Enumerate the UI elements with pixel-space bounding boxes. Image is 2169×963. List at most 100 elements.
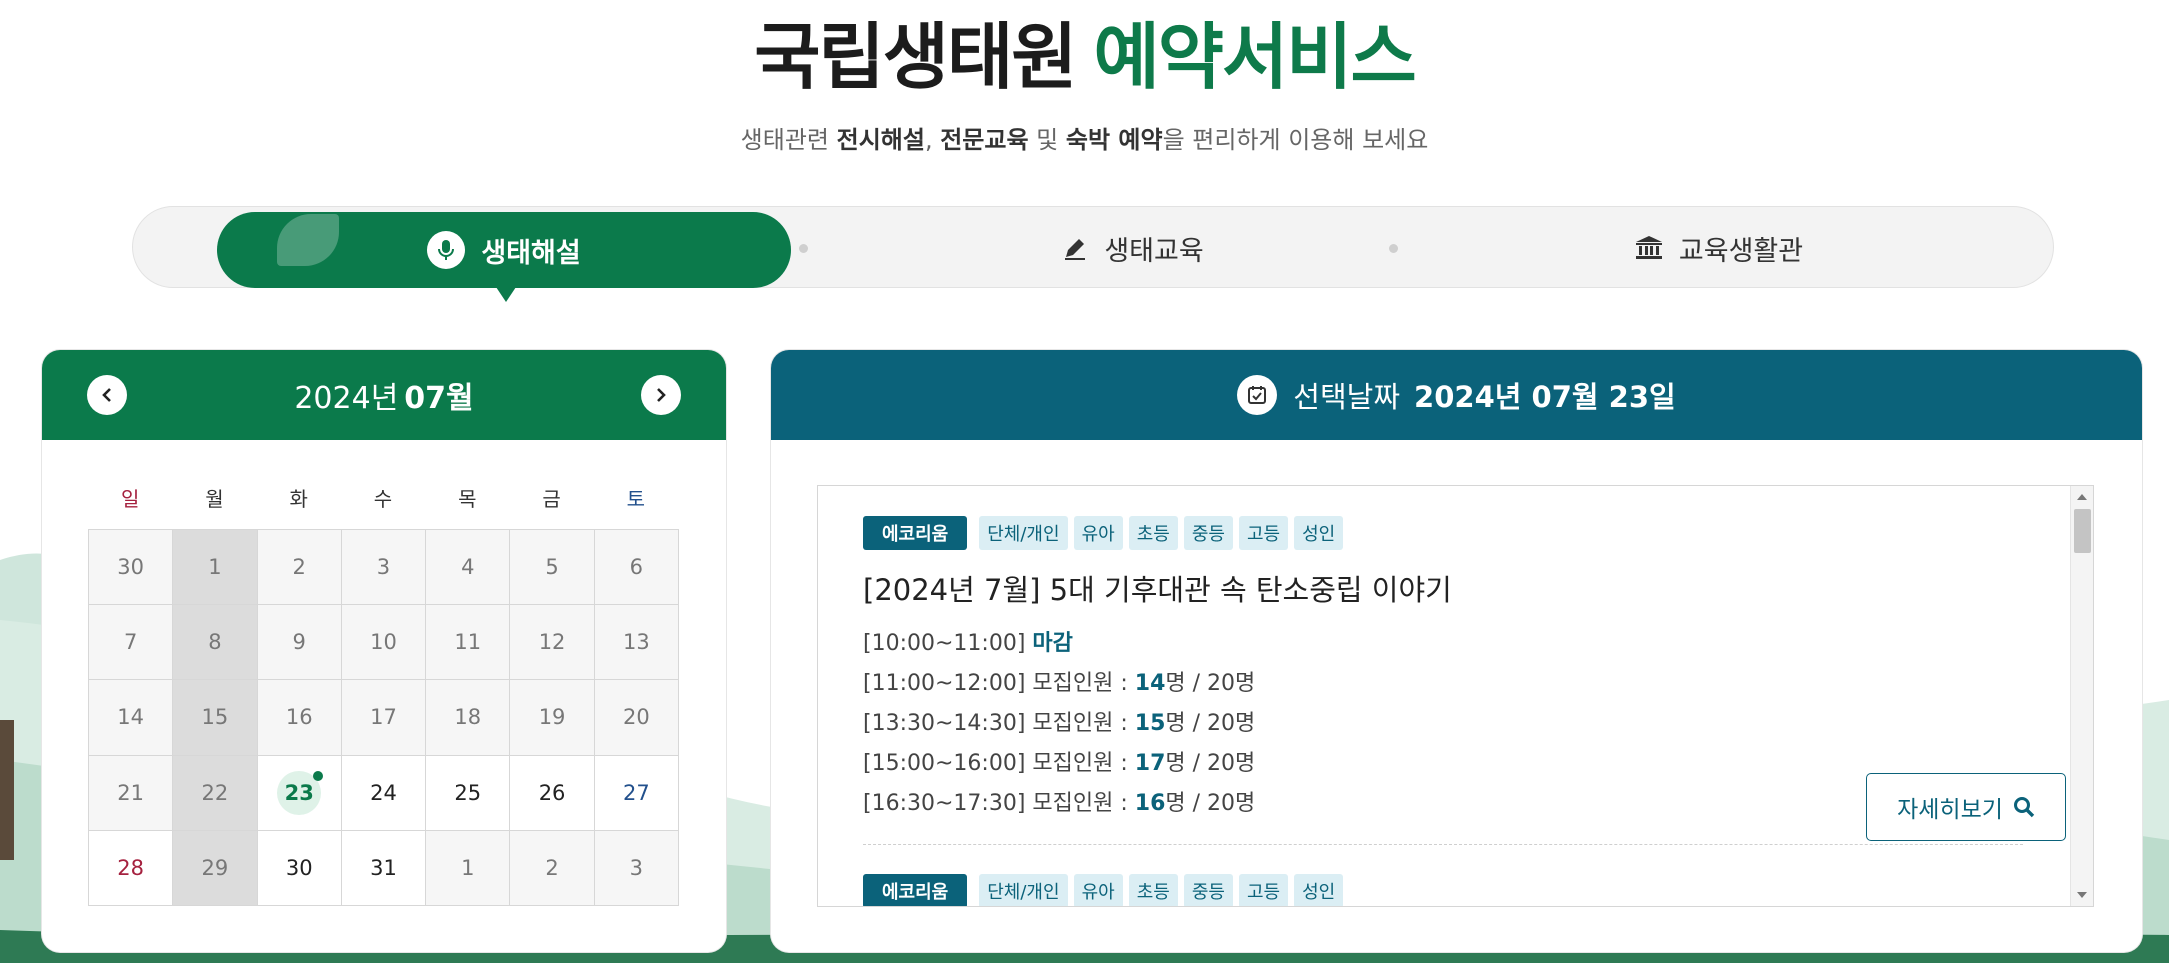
program-tags: 에코리움 단체/개인 유아 초등 중등 고등 성인	[863, 516, 2023, 550]
view-details-button[interactable]: 자세히보기	[1866, 773, 2066, 841]
subtitle-text: 을 편리하게 이용해 보세요	[1162, 126, 1429, 154]
calendar-day-number: 10	[370, 630, 397, 655]
scrollbar[interactable]	[2070, 486, 2093, 906]
program-list[interactable]: 에코리움 단체/개인 유아 초등 중등 고등 성인 [2024년 7월] 5대 …	[817, 485, 2094, 907]
slot-closed: 마감	[1032, 631, 1073, 656]
calendar-check-icon	[1237, 375, 1278, 415]
time-slot: [16:30~17:30] 모집인원 : 16명 / 20명	[863, 784, 2023, 824]
target-tag: 유아	[1073, 874, 1123, 906]
calendar-day-number: 13	[622, 630, 650, 655]
calendar-day-number: 12	[538, 630, 566, 655]
slot-label: 모집인원 :	[1032, 671, 1128, 696]
slot-label: 모집인원 :	[1032, 751, 1128, 776]
item-divider	[863, 844, 2023, 845]
next-month-button[interactable]	[641, 375, 681, 415]
calendar-day-number: 29	[201, 855, 229, 880]
slot-total: 명 / 20명	[1165, 751, 1256, 776]
weekday-tue: 화	[289, 487, 308, 511]
service-tab-bar: 생태해설 생태교육 교육생활관	[132, 206, 2054, 302]
calendar-day-cell: 20	[594, 680, 679, 756]
target-tag: 중등	[1183, 874, 1233, 906]
weekday-mon: 월	[205, 487, 224, 511]
calendar-day-cell: 21	[89, 755, 174, 831]
target-tag: 고등	[1238, 874, 1289, 906]
pencil-icon	[1062, 235, 1088, 261]
slot-count: 16	[1134, 791, 1166, 816]
tab-eco-commentary[interactable]: 생태해설	[217, 212, 791, 302]
slot-count: 14	[1134, 671, 1166, 696]
calendar-day-selected[interactable]: 23	[257, 755, 342, 831]
tab-label: 생태교육	[1104, 235, 1204, 267]
calendar-day-cell: 7	[89, 605, 174, 681]
calendar-day-cell[interactable]: 24	[341, 755, 427, 831]
program-tags: 에코리움 단체/개인 유아 초등 중등 고등 성인	[863, 874, 2023, 906]
calendar-day-cell[interactable]: 30	[257, 830, 342, 906]
scroll-thumb[interactable]	[2074, 509, 2091, 553]
search-icon	[2013, 796, 2035, 818]
calendar-panel: 2024년 07월 일 월 화 수 목 금 토 30 1 2 3 4 5 6 7 8 9 10 11 12…	[42, 350, 726, 952]
program-item: 에코리움 단체/개인 유아 초등 중등 고등 성인 [2024년 7월] 5대 …	[863, 516, 2066, 841]
calendar-day-number: 5	[545, 555, 559, 580]
target-tag: 초등	[1128, 516, 1178, 550]
scroll-up-arrow-icon[interactable]	[2077, 494, 2087, 500]
calendar-day-number: 2	[545, 855, 559, 880]
calendar-day-number: 20	[622, 705, 650, 730]
calendar-day-number: 11	[454, 630, 482, 655]
prev-month-button[interactable]	[87, 375, 127, 415]
calendar-day-number: 22	[201, 780, 229, 805]
calendar-day-number: 27	[622, 780, 650, 805]
subtitle-bold-exhibition: 전시해설	[836, 126, 925, 154]
subtitle-sep: ,	[924, 126, 941, 154]
title-part2: 예약서비스	[1093, 15, 1417, 99]
slot-time: [10:00~11:00]	[863, 631, 1026, 656]
calendar-day-cell: 5	[510, 530, 595, 606]
selected-date-header: 선택날짜 2024년 07월 23일	[771, 350, 2142, 440]
calendar-year: 2024년	[294, 381, 399, 416]
calendar-day-cell[interactable]: 26	[510, 755, 595, 831]
calendar-day-cell: 2	[257, 530, 342, 606]
scroll-down-arrow-icon[interactable]	[2077, 892, 2087, 898]
calendar-day-cell[interactable]: 28	[89, 830, 174, 906]
calendar-day-number: 26	[538, 780, 566, 805]
program-title[interactable]: [2024년 7월] 5대 기후대관 속 탄소중립 이야기	[863, 570, 2023, 610]
calendar-day-cell: 3	[341, 530, 427, 606]
calendar-day-cell[interactable]: 27	[594, 755, 679, 831]
tab-education-hall[interactable]: 교육생활관	[1449, 207, 1989, 289]
active-tab-pointer	[496, 287, 516, 302]
calendar-day-number: 6	[629, 555, 644, 580]
weekday-thu: 목	[458, 487, 477, 511]
weekday-sat: 토	[626, 487, 646, 511]
calendar-header: 2024년 07월	[42, 350, 726, 440]
calendar-day-number: 25	[454, 780, 482, 805]
target-tag: 고등	[1238, 516, 1289, 550]
calendar-day-cell: 3	[594, 830, 679, 906]
calendar-day-cell[interactable]: 25	[426, 755, 511, 831]
time-slot: [10:00~11:00] 마감	[863, 624, 2023, 664]
calendar-day-cell: 4	[426, 530, 511, 606]
has-program-dot	[312, 770, 323, 781]
slot-count: 15	[1134, 711, 1166, 736]
tab-eco-education[interactable]: 생태교육	[863, 207, 1403, 289]
category-badge: 에코리움	[863, 874, 968, 906]
calendar-day-cell: 12	[510, 605, 595, 681]
microphone-icon	[427, 231, 466, 269]
target-tag: 단체/개인	[979, 874, 1068, 906]
slot-time: [13:30~14:30]	[863, 711, 1026, 736]
calendar-day-number: 1	[208, 555, 222, 580]
calendar-day-cell[interactable]: 31	[341, 830, 427, 906]
calendar-day-number: 28	[117, 855, 144, 880]
slot-time: [11:00~12:00]	[863, 671, 1026, 696]
calendar-day-number: 7	[123, 630, 138, 655]
calendar-day-cell: 2	[510, 830, 595, 906]
calendar-day-cell: 1	[173, 530, 258, 606]
calendar-day-number: 9	[292, 630, 306, 655]
weekday-sun: 일	[120, 487, 140, 511]
calendar-day-number: 15	[201, 705, 229, 730]
calendar-day-number: 3	[376, 555, 391, 580]
slot-time: [16:30~17:30]	[863, 791, 1026, 816]
slot-label: 모집인원 :	[1032, 791, 1128, 816]
calendar-month: 07월	[404, 381, 474, 416]
weekday-wed: 수	[373, 487, 393, 511]
selected-date-label: 선택날짜	[1293, 380, 1401, 414]
target-tag: 단체/개인	[979, 516, 1068, 550]
